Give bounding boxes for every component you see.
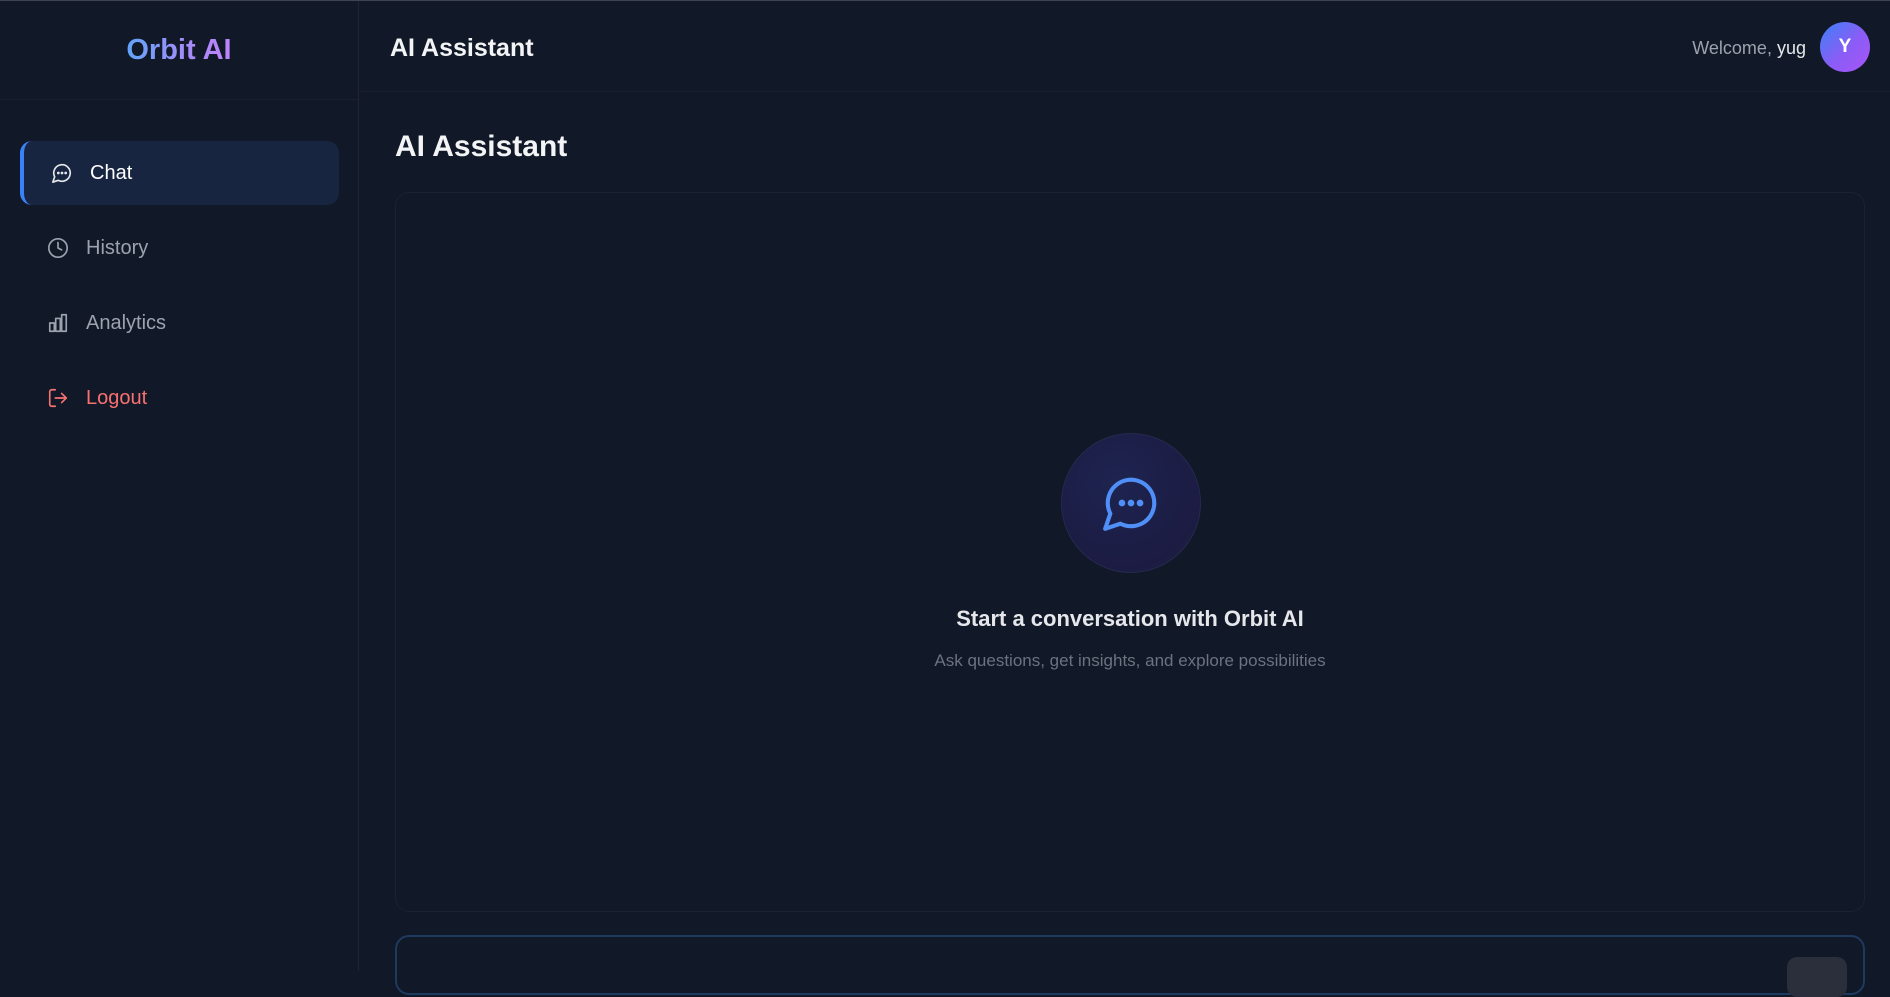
sidebar-item-label: Chat: [90, 161, 133, 184]
sidebar-item-chat[interactable]: Chat: [20, 141, 339, 205]
chat-bubble-icon: [1061, 433, 1201, 573]
bar-chart-icon: [46, 311, 70, 335]
sidebar-item-label: History: [86, 236, 149, 259]
sidebar: Orbit AI Chat History Analytics Logout: [0, 1, 359, 971]
empty-state-title: Start a conversation with Orbit AI: [956, 606, 1304, 631]
message-input[interactable]: [395, 935, 1865, 997]
top-header: AI Assistant Welcome, yug Y: [360, 1, 1890, 92]
sidebar-item-history[interactable]: History: [20, 216, 339, 280]
sidebar-nav: Chat History Analytics Logout: [20, 141, 339, 441]
empty-state-subtitle: Ask questions, get insights, and explore…: [934, 651, 1326, 670]
brand-name: Orbit AI: [126, 33, 232, 66]
brand-logo[interactable]: Orbit AI: [0, 1, 358, 100]
chat-icon: [50, 161, 74, 185]
avatar[interactable]: Y: [1820, 22, 1870, 72]
sidebar-item-label: Analytics: [86, 311, 167, 334]
username: yug: [1776, 38, 1806, 58]
sidebar-item-label: Logout: [86, 386, 148, 409]
avatar-initial: Y: [1838, 36, 1852, 57]
send-button[interactable]: [1787, 957, 1847, 997]
sidebar-item-logout[interactable]: Logout: [20, 366, 339, 430]
clock-icon: [46, 236, 70, 260]
chat-messages-panel: Start a conversation with Orbit AI Ask q…: [395, 192, 1865, 912]
welcome-text: Welcome, yug: [1692, 38, 1806, 59]
sidebar-item-analytics[interactable]: Analytics: [20, 291, 339, 355]
header-title: AI Assistant: [390, 34, 534, 62]
logout-icon: [46, 386, 70, 410]
welcome-prefix: Welcome,: [1692, 38, 1772, 58]
page-title: AI Assistant: [395, 130, 568, 163]
